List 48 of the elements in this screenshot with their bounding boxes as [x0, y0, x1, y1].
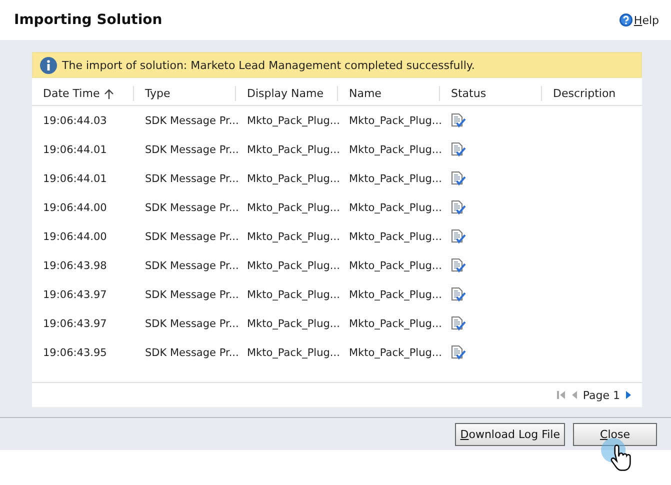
window-title: Importing Solution — [14, 12, 162, 28]
table-cell: Mkto_Pack_Plug... — [247, 144, 340, 156]
table-cell: SDK Message Pr... — [145, 114, 239, 126]
table-cell: Mkto_Pack_Plug... — [349, 172, 442, 184]
table-cell: Mkto_Pack_Plug... — [349, 230, 442, 242]
table-cell: SDK Message Pr... — [145, 172, 239, 184]
table-cell: Mkto_Pack_Plug... — [349, 260, 442, 272]
table-cell: 19:06:44.01 — [43, 144, 107, 156]
table-cell: 19:06:44.01 — [43, 172, 107, 184]
table-cell: 19:06:43.95 — [43, 346, 107, 358]
banner-message: The import of solution: Marketo Lead Management completed successfully. — [62, 58, 475, 72]
table-cell: SDK Message Pr... — [145, 230, 239, 242]
table-cell: SDK Message Pr... — [145, 288, 239, 300]
table-cell: 19:06:44.00 — [43, 202, 107, 214]
column-header[interactable]: Description — [542, 86, 642, 101]
column-header[interactable]: Type — [134, 86, 236, 101]
table-cell: Mkto_Pack_Plug... — [247, 202, 340, 214]
table-cell: Mkto_Pack_Plug... — [247, 114, 340, 126]
help-link[interactable]: Help — [634, 14, 659, 26]
table-cell: SDK Message Pr... — [145, 318, 239, 330]
table-cell: 19:06:44.03 — [43, 114, 107, 126]
table-cell: 19:06:43.97 — [43, 318, 107, 330]
table-cell: 19:06:43.98 — [43, 260, 107, 272]
table-cell: SDK Message Pr... — [145, 346, 239, 358]
download-log-button[interactable]: Download Log File — [455, 422, 565, 446]
table-cell: SDK Message Pr... — [145, 202, 239, 214]
table-cell: Mkto_Pack_Plug... — [247, 346, 340, 358]
table-cell: Mkto_Pack_Plug... — [247, 318, 340, 330]
table-cell: Mkto_Pack_Plug... — [349, 288, 442, 300]
table-cell: Mkto_Pack_Plug... — [247, 230, 340, 242]
table-cell: Mkto_Pack_Plug... — [349, 346, 442, 358]
table-cell: 19:06:44.00 — [43, 230, 107, 242]
column-header[interactable]: Status — [440, 86, 542, 101]
table-cell: Mkto_Pack_Plug... — [349, 202, 442, 214]
table-cell: SDK Message Pr... — [145, 260, 239, 272]
column-header[interactable]: Name — [338, 86, 440, 101]
table-cell: Mkto_Pack_Plug... — [349, 114, 442, 126]
table-cell: SDK Message Pr... — [145, 144, 239, 156]
table-cell: 19:06:43.97 — [43, 288, 107, 300]
table-cell: Mkto_Pack_Plug... — [247, 172, 340, 184]
table-cell: Mkto_Pack_Plug... — [349, 144, 442, 156]
table-cell: Mkto_Pack_Plug... — [247, 288, 340, 300]
close-button[interactable]: Close — [573, 422, 657, 446]
table-cell: Mkto_Pack_Plug... — [247, 260, 340, 272]
table-cell: Mkto_Pack_Plug... — [349, 318, 442, 330]
column-header[interactable]: Display Name — [236, 86, 338, 101]
column-header[interactable]: Date Time — [32, 86, 134, 101]
page-label: Page 1 — [582, 388, 620, 402]
